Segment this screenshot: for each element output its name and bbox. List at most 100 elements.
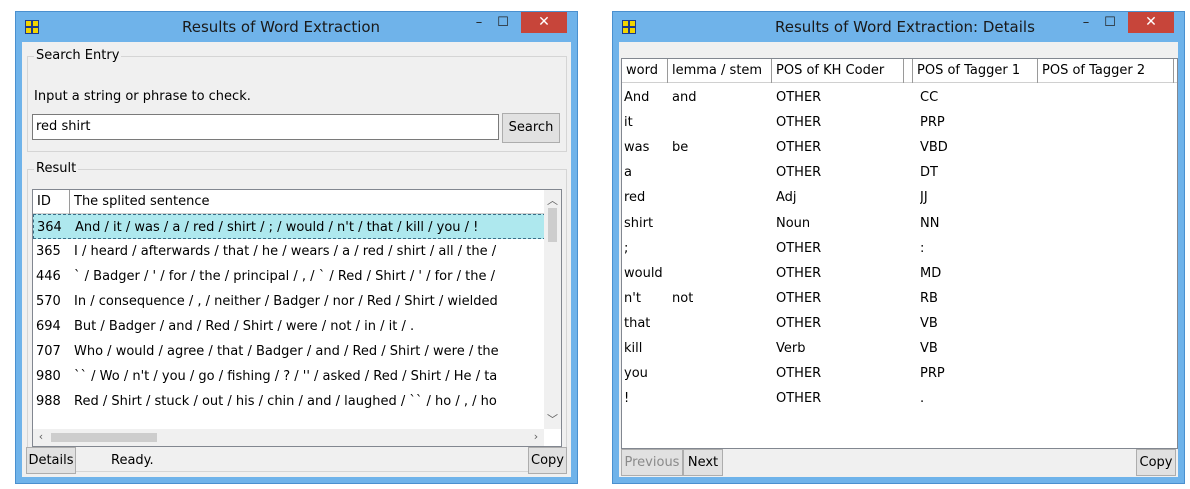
- result-row[interactable]: 988 Red / Shirt / stuck / out / his / chi…: [33, 389, 546, 414]
- details-row[interactable]: a OTHER DT: [622, 160, 1177, 185]
- column-header-sentence[interactable]: The splited sentence: [70, 190, 546, 214]
- search-button[interactable]: Search: [502, 113, 560, 143]
- column-header-lemma[interactable]: lemma / stem: [668, 59, 772, 83]
- details-row-pos-kh-coder: OTHER: [776, 240, 822, 256]
- details-row[interactable]: you OTHER PRP: [622, 361, 1177, 386]
- result-row[interactable]: 446 ` / Badger / ' / for / the / principa…: [33, 264, 546, 289]
- result-row[interactable]: 364 And / it / was / a / red / shirt / ; …: [33, 214, 546, 239]
- details-row-pos-tagger1: PRP: [920, 366, 945, 382]
- details-row-pos-tagger1: VB: [920, 315, 938, 331]
- minimize-button[interactable]: –: [469, 12, 489, 33]
- details-row[interactable]: And and OTHER CC: [622, 85, 1177, 110]
- result-list-header: ID The splited sentence: [33, 190, 546, 214]
- column-header-pos-tagger1[interactable]: POS of Tagger 1: [912, 59, 1038, 83]
- result-row[interactable]: 980 `` / Wo / n't / you / go / fishing / …: [33, 364, 546, 389]
- details-row-pos-tagger1: NN: [920, 215, 940, 231]
- details-row-word: would: [624, 265, 663, 281]
- result-row-sentence: But / Badger / and / Red / Shirt / were …: [74, 319, 415, 334]
- maximize-button[interactable]: ☐: [1100, 12, 1120, 33]
- details-row-pos-kh-coder: Verb: [776, 341, 806, 356]
- details-row-word: it: [624, 115, 633, 131]
- title-bar[interactable]: Results of Word Extraction – ☐ ✕: [16, 12, 577, 42]
- details-row-pos-kh-coder: OTHER: [776, 315, 822, 331]
- window-title: Results of Word Extraction: Details: [775, 18, 1035, 36]
- result-row-sentence: In / consequence / , / neither / Badger …: [74, 294, 498, 309]
- result-row-sentence: And / it / was / a / red / shirt / ; / w…: [75, 220, 479, 235]
- details-row[interactable]: shirt Noun NN: [622, 211, 1177, 236]
- next-button[interactable]: Next: [683, 449, 723, 476]
- details-row-word: n't: [624, 290, 641, 306]
- details-row[interactable]: would OTHER MD: [622, 261, 1177, 286]
- column-header-word[interactable]: word: [622, 59, 668, 83]
- result-row-id: 364: [37, 220, 62, 235]
- details-row[interactable]: n't not OTHER RB: [622, 286, 1177, 311]
- column-header-id[interactable]: ID: [33, 190, 70, 214]
- details-row[interactable]: red Adj JJ: [622, 185, 1177, 210]
- details-row-lemma: and: [672, 90, 697, 105]
- column-header-pos-tagger2[interactable]: POS of Tagger 2: [1038, 59, 1174, 83]
- search-entry-label: Search Entry: [34, 48, 122, 64]
- details-row[interactable]: ; OTHER:: [622, 236, 1177, 261]
- details-row-pos-kh-coder: OTHER: [776, 140, 822, 156]
- details-row-word: !: [624, 391, 630, 407]
- previous-button[interactable]: Previous: [621, 449, 683, 476]
- result-label: Result: [34, 161, 79, 177]
- search-input[interactable]: red shirt: [32, 114, 499, 140]
- status-text: Ready.: [111, 453, 154, 468]
- horizontal-scroll-thumb[interactable]: [51, 433, 157, 442]
- details-row[interactable]: kill Verb VB: [622, 336, 1177, 361]
- word-extraction-window: Results of Word Extraction – ☐ ✕ Search …: [15, 11, 578, 484]
- details-row-pos-kh-coder: OTHER: [776, 391, 822, 407]
- details-row[interactable]: ! OTHER.: [622, 386, 1177, 411]
- result-list[interactable]: ID The splited sentence 364 And / it / wa…: [32, 189, 562, 447]
- details-row-pos-kh-coder: OTHER: [776, 265, 822, 281]
- title-bar[interactable]: Results of Word Extraction: Details – ☐ …: [613, 12, 1184, 42]
- app-icon: [622, 20, 636, 34]
- details-row-pos-kh-coder: OTHER: [776, 366, 822, 382]
- details-row-word: that: [624, 315, 651, 331]
- details-row-word: a: [624, 165, 632, 181]
- details-row-word: ;: [624, 240, 629, 256]
- result-row-id: 446: [36, 269, 61, 284]
- details-row-pos-tagger1: .: [920, 391, 925, 407]
- minimize-button[interactable]: –: [1076, 12, 1096, 33]
- close-button[interactable]: ✕: [1128, 12, 1174, 33]
- maximize-button[interactable]: ☐: [493, 12, 513, 33]
- details-list[interactable]: word lemma / stem POS of KH Coder POS of…: [621, 58, 1178, 449]
- details-row-pos-kh-coder: OTHER: [776, 90, 822, 105]
- details-row[interactable]: it OTHER PRP: [622, 110, 1177, 135]
- result-row-sentence: Red / Shirt / stuck / out / his / chin /…: [74, 394, 497, 409]
- details-row-lemma: be: [672, 140, 689, 156]
- details-row-pos-kh-coder: OTHER: [776, 115, 822, 131]
- copy-button[interactable]: Copy: [528, 447, 567, 474]
- details-row[interactable]: that OTHER VB: [622, 311, 1177, 336]
- result-row-id: 988: [36, 394, 61, 409]
- details-row-word: And: [624, 90, 650, 105]
- details-row[interactable]: was be OTHER VBD: [622, 135, 1177, 160]
- details-list-header: word lemma / stem POS of KH Coder POS of…: [622, 59, 1177, 83]
- details-button[interactable]: Details: [26, 447, 76, 474]
- close-button[interactable]: ✕: [521, 12, 567, 33]
- scroll-right-icon[interactable]: ›: [530, 430, 542, 443]
- details-row-pos-tagger1: DT: [920, 165, 938, 181]
- scroll-up-icon[interactable]: ︿: [544, 192, 561, 208]
- vertical-scrollbar[interactable]: ︿ ﹀: [544, 190, 561, 429]
- result-row[interactable]: 570 In / consequence / , / neither / Badg…: [33, 289, 546, 314]
- details-row-pos-tagger1: :: [920, 240, 925, 256]
- horizontal-scrollbar[interactable]: ‹ ›: [33, 429, 544, 446]
- window-title: Results of Word Extraction: [182, 18, 381, 36]
- result-row-sentence: `` / Wo / n't / you / go / fishing / ? /…: [74, 369, 498, 384]
- details-row-pos-tagger1: VB: [920, 341, 938, 356]
- result-row[interactable]: 365 I / heard / afterwards / that / he / …: [33, 239, 546, 264]
- details-row-pos-tagger1: RB: [920, 290, 938, 306]
- column-header-pos-kh-coder[interactable]: POS of KH Coder: [772, 59, 904, 83]
- details-row-lemma: not: [672, 290, 694, 306]
- result-row[interactable]: 707 Who / would / agree / that / Badger /…: [33, 339, 546, 364]
- result-row-id: 694: [36, 319, 61, 334]
- scroll-left-icon[interactable]: ‹: [35, 430, 47, 443]
- vertical-scroll-thumb[interactable]: [548, 208, 557, 242]
- copy-button[interactable]: Copy: [1136, 449, 1176, 476]
- scroll-down-icon[interactable]: ﹀: [544, 411, 561, 427]
- details-row-pos-kh-coder: OTHER: [776, 290, 822, 306]
- result-row[interactable]: 694 But / Badger / and / Red / Shirt / we…: [33, 314, 546, 339]
